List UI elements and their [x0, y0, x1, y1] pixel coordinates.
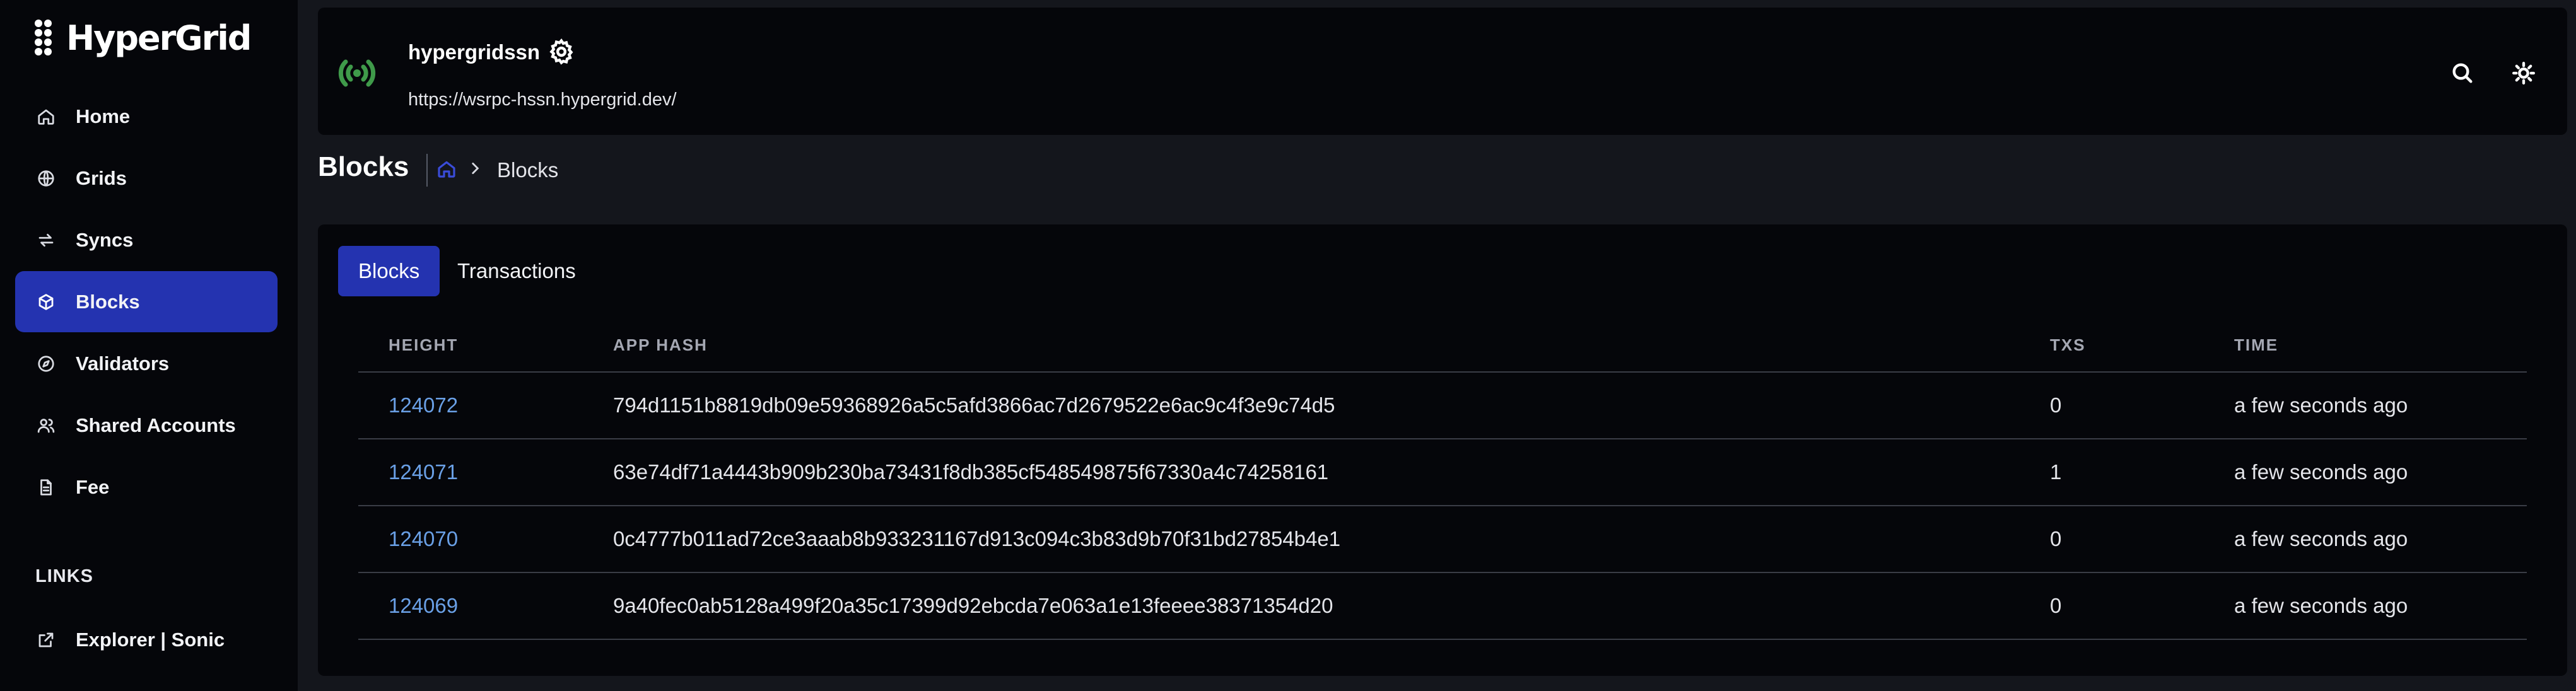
chain-name: hypergridssn: [408, 40, 541, 64]
sidebar-item-shared-accounts[interactable]: Shared Accounts: [15, 395, 278, 456]
sidebar: HyperGrid Home Grids Syncs Blocks Valida…: [0, 0, 298, 691]
cube-icon: [35, 291, 57, 313]
txs-cell: 1: [2020, 439, 2204, 506]
search-button[interactable]: [2450, 61, 2478, 88]
tab-transactions[interactable]: Transactions: [437, 246, 596, 296]
column-header-time: TIME: [2204, 319, 2527, 373]
table-row: 124070 0c4777b011ad72ce3aaab8b933231167d…: [358, 506, 2527, 573]
sidebar-item-label: Syncs: [76, 228, 134, 251]
tab-blocks[interactable]: Blocks: [338, 246, 440, 296]
blocks-table: HEIGHT APP HASH TXS TIME 124072 794d1151…: [358, 319, 2527, 640]
txs-cell: 0: [2020, 372, 2204, 439]
sidebar-item-label: Validators: [76, 352, 170, 375]
sidebar-item-grids[interactable]: Grids: [15, 148, 278, 209]
top-header: hypergridssn https://wsrpc-hssn.hypergri…: [318, 8, 2567, 135]
time-cell: a few seconds ago: [2204, 572, 2527, 640]
time-cell: a few seconds ago: [2204, 439, 2527, 506]
time-cell: a few seconds ago: [2204, 372, 2527, 439]
time-cell: a few seconds ago: [2204, 506, 2527, 573]
logo-grid-icon: [35, 20, 61, 56]
rpc-url: https://wsrpc-hssn.hypergrid.dev/: [408, 90, 677, 110]
compass-icon: [35, 353, 57, 375]
sidebar-item-home[interactable]: Home: [15, 86, 278, 147]
chevron-right-icon: [467, 160, 486, 179]
app-hash-cell: 9a40fec0ab5128a499f20a35c17399d92ebcda7e…: [583, 572, 2020, 640]
sync-icon: [35, 229, 57, 251]
block-height-link[interactable]: 124071: [358, 439, 583, 506]
block-height-link[interactable]: 124070: [358, 506, 583, 573]
logo-text: HyperGrid: [66, 18, 252, 58]
breadcrumb-divider: [426, 154, 428, 187]
page-title: Blocks: [318, 151, 409, 182]
txs-cell: 0: [2020, 572, 2204, 640]
sidebar-link-label: Explorer | Sonic: [76, 628, 225, 651]
sidebar-item-label: Shared Accounts: [76, 414, 236, 436]
home-icon: [35, 106, 57, 127]
sidebar-item-fee[interactable]: Fee: [15, 456, 278, 518]
theme-toggle-button[interactable]: [2511, 61, 2539, 88]
app-hash-cell: 63e74df71a4443b909b230ba73431f8db385cf54…: [583, 439, 2020, 506]
gear-icon: [547, 38, 575, 68]
sidebar-item-label: Fee: [76, 475, 110, 498]
breadcrumb-current: Blocks: [497, 158, 559, 182]
document-icon: [35, 477, 57, 498]
logo[interactable]: HyperGrid: [35, 18, 252, 58]
sun-icon: [2511, 62, 2536, 88]
sidebar-item-syncs[interactable]: Syncs: [15, 209, 278, 270]
sidebar-item-label: Grids: [76, 166, 127, 189]
table-header-row: HEIGHT APP HASH TXS TIME: [358, 319, 2527, 373]
sidebar-link-explorer-sonic[interactable]: Explorer | Sonic: [15, 609, 278, 670]
block-height-link[interactable]: 124072: [358, 372, 583, 439]
block-height-link[interactable]: 124069: [358, 572, 583, 640]
sidebar-item-validators[interactable]: Validators: [15, 333, 278, 394]
search-icon: [2450, 63, 2475, 88]
column-header-txs: TXS: [2020, 319, 2204, 373]
blocks-panel: Blocks Transactions HEIGHT APP HASH TXS …: [318, 224, 2567, 676]
globe-icon: [35, 168, 57, 189]
external-link-icon: [35, 629, 57, 651]
txs-cell: 0: [2020, 506, 2204, 573]
sidebar-item-label: Blocks: [76, 290, 140, 313]
users-icon: [35, 415, 57, 436]
app-hash-cell: 0c4777b011ad72ce3aaab8b933231167d913c094…: [583, 506, 2020, 573]
column-header-height: HEIGHT: [358, 319, 583, 373]
chain-settings-button[interactable]: [547, 38, 578, 68]
breadcrumb-home-link[interactable]: [436, 159, 458, 180]
sidebar-item-label: Home: [76, 105, 131, 127]
sidebar-item-blocks[interactable]: Blocks: [15, 271, 278, 332]
home-icon: [436, 161, 457, 182]
table-row: 124071 63e74df71a4443b909b230ba73431f8db…: [358, 439, 2527, 506]
connection-status-icon: [337, 53, 377, 93]
table-row: 124069 9a40fec0ab5128a499f20a35c17399d92…: [358, 572, 2527, 640]
app-hash-cell: 794d1151b8819db09e59368926a5c5afd3866ac7…: [583, 372, 2020, 439]
links-heading: LINKS: [35, 566, 93, 586]
table-row: 124072 794d1151b8819db09e59368926a5c5afd…: [358, 372, 2527, 439]
column-header-app-hash: APP HASH: [583, 319, 2020, 373]
